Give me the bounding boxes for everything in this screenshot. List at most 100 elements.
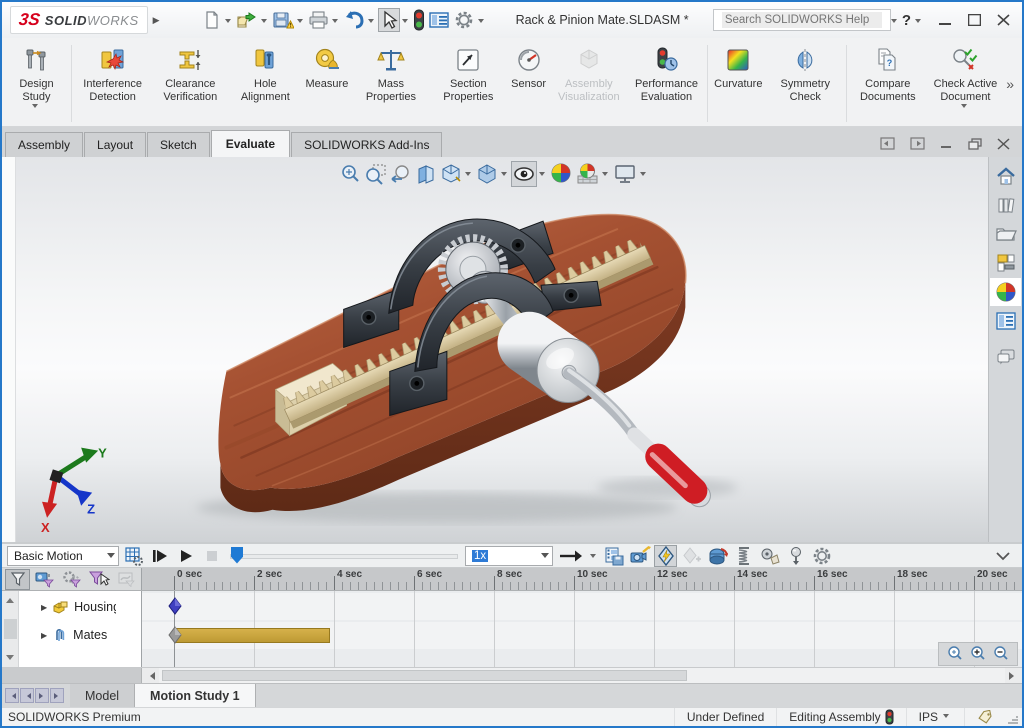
ribbon-compare-documents[interactable]: ? Compare Documents <box>849 41 927 126</box>
timeline-ruler[interactable]: 0 sec 2 sec 4 sec 6 sec 8 sec 10 sec 12 … <box>142 568 1022 590</box>
custom-properties-button[interactable] <box>990 307 1021 335</box>
close-button[interactable] <box>997 14 1010 26</box>
collapse-motion-manager-button[interactable] <box>995 551 1017 561</box>
appearances-scenes-button[interactable] <box>990 278 1021 306</box>
apply-scene-dropdown-icon[interactable] <box>602 172 608 179</box>
print-dropdown-icon[interactable] <box>332 19 338 26</box>
view-settings-dropdown-icon[interactable] <box>640 172 646 179</box>
search-dropdown-icon[interactable] <box>891 19 897 26</box>
next-tab-button[interactable] <box>35 688 49 703</box>
new-dropdown-icon[interactable] <box>225 19 231 26</box>
feature-manager-collapsed-strip[interactable] <box>2 157 16 542</box>
file-explorer-button[interactable] <box>990 220 1021 248</box>
help-search-box[interactable]: ? <box>713 9 891 31</box>
save-dropdown-icon[interactable] <box>297 19 303 26</box>
tab-model[interactable]: Model <box>70 684 135 707</box>
mates-key-diamond[interactable] <box>168 626 182 644</box>
save-button[interactable] <box>271 8 295 32</box>
slider-thumb[interactable] <box>231 547 243 564</box>
tab-motion-study-1[interactable]: Motion Study 1 <box>135 684 256 707</box>
edit-appearance-button[interactable] <box>549 160 574 187</box>
apply-scene-button[interactable] <box>575 160 600 187</box>
prev-tab-button[interactable] <box>20 688 34 703</box>
options-dropdown-icon[interactable] <box>478 19 484 26</box>
calculate-button[interactable] <box>122 545 145 567</box>
undo-dropdown-icon[interactable] <box>368 19 374 26</box>
gravity-button[interactable] <box>784 545 807 567</box>
resize-grip[interactable] <box>1008 716 1018 724</box>
playback-mode-dropdown-icon[interactable] <box>590 554 596 561</box>
tab-evaluate[interactable]: Evaluate <box>211 130 290 157</box>
slider-track[interactable] <box>230 554 458 559</box>
scroll-left-button[interactable] <box>142 668 159 683</box>
timeline-horizontal-scrollbar[interactable] <box>2 667 1022 683</box>
collapse-left-pane-button[interactable] <box>880 137 895 150</box>
ribbon-mass-properties[interactable]: Mass Properties <box>352 41 429 126</box>
ribbon-symmetry-check[interactable]: Symmetry Check <box>766 41 844 126</box>
new-document-button[interactable] <box>201 8 223 32</box>
ribbon-clearance-verification[interactable]: Clearance Verification <box>151 41 229 126</box>
tag-button[interactable] <box>964 708 1006 726</box>
ribbon-check-active-document[interactable]: Check Active Document <box>927 41 1005 126</box>
play-from-start-button[interactable] <box>148 545 171 567</box>
timeline-zoom-out-button[interactable] <box>992 645 1010 663</box>
contact-button[interactable] <box>758 545 781 567</box>
play-button[interactable] <box>174 545 197 567</box>
scroll-up-icon[interactable] <box>6 594 14 603</box>
ribbon-measure[interactable]: Measure <box>302 41 353 126</box>
first-tab-button[interactable] <box>5 688 19 703</box>
filter-none-button[interactable] <box>5 569 30 590</box>
tree-vertical-scrollbar[interactable] <box>2 591 19 667</box>
options-gear-button[interactable] <box>452 7 476 33</box>
spring-button[interactable] <box>732 545 755 567</box>
help-button[interactable]: ? <box>902 12 911 29</box>
rack-and-pinion-model[interactable]: Y Z X <box>16 157 988 542</box>
timeline-canvas[interactable] <box>142 591 1022 667</box>
motion-study-properties-button[interactable] <box>810 545 833 567</box>
view-palette-button[interactable] <box>990 249 1021 277</box>
graphics-viewport[interactable]: Y Z X <box>16 157 988 542</box>
tab-assembly[interactable]: Assembly <box>5 132 83 157</box>
open-button[interactable] <box>235 8 259 32</box>
view-settings-button[interactable] <box>612 161 638 187</box>
timeline-position-slider[interactable] <box>230 547 458 565</box>
doc-restore-button[interactable] <box>968 138 982 150</box>
filter-animated-button[interactable] <box>32 569 57 590</box>
solidworks-resources-button[interactable] <box>990 162 1021 190</box>
study-type-select[interactable]: Basic Motion <box>7 546 119 566</box>
tree-item-housing[interactable]: ▶ Housing <box>19 593 141 621</box>
last-tab-button[interactable] <box>50 688 64 703</box>
view-orientation-button[interactable] <box>439 161 463 187</box>
display-style-dropdown-icon[interactable] <box>501 172 507 179</box>
design-library-button[interactable] <box>990 191 1021 219</box>
select-dropdown-icon[interactable] <box>402 19 408 26</box>
file-properties-button[interactable] <box>427 8 451 32</box>
scrollbar-track[interactable] <box>159 668 1005 683</box>
ribbon-performance-evaluation[interactable]: Performance Evaluation <box>628 41 706 126</box>
solidworks-logo[interactable]: 3S SOLIDWORKS <box>10 6 148 34</box>
previous-view-button[interactable] <box>389 161 413 187</box>
zoom-to-area-button[interactable] <box>364 161 388 187</box>
section-view-button[interactable] <box>414 161 438 187</box>
check-active-dropdown-icon[interactable] <box>961 104 967 111</box>
autokey-button[interactable] <box>654 545 677 567</box>
tab-solidworks-addins[interactable]: SOLIDWORKS Add-Ins <box>291 132 442 157</box>
ribbon-sensor[interactable]: Sensor <box>507 41 550 126</box>
ribbon-hole-alignment[interactable]: Hole Alignment <box>229 41 301 126</box>
save-animation-button[interactable] <box>602 545 625 567</box>
tab-layout[interactable]: Layout <box>84 132 146 157</box>
rebuild-traffic-light-button[interactable] <box>412 7 426 33</box>
scroll-right-button[interactable] <box>1005 668 1022 683</box>
hide-show-items-button[interactable] <box>511 161 537 187</box>
collapse-right-pane-button[interactable] <box>910 137 925 150</box>
filter-selected-button[interactable] <box>86 569 111 590</box>
playback-speed-select[interactable]: 1x <box>465 546 553 566</box>
ribbon-interference-detection[interactable]: Interference Detection <box>74 41 152 126</box>
minimize-button[interactable] <box>939 14 952 26</box>
ribbon-design-study[interactable]: Design Study <box>4 41 69 126</box>
zoom-to-fit-button[interactable] <box>339 161 363 187</box>
design-study-dropdown-icon[interactable] <box>32 104 38 111</box>
undo-button[interactable] <box>342 8 366 32</box>
expand-icon[interactable]: ▶ <box>41 603 47 612</box>
doc-close-button[interactable] <box>997 138 1010 150</box>
